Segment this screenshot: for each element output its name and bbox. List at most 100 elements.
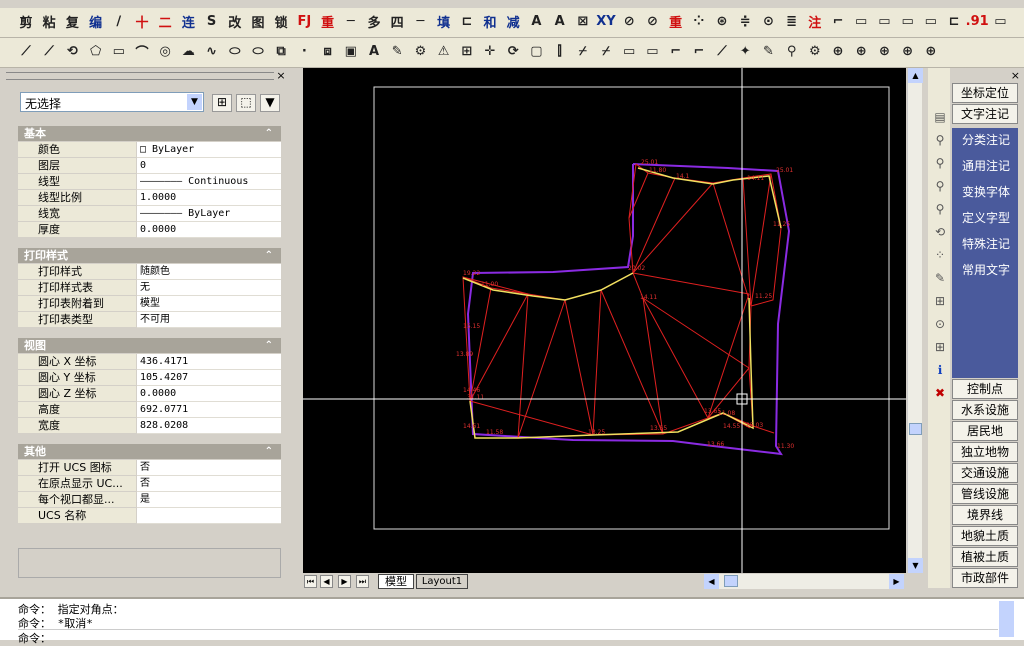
side-tool-icon[interactable]: ⚲ [931,154,949,172]
tb1-button-33[interactable]: ≣ [782,11,802,31]
property-row[interactable]: 在原点显示 UC... 否 [18,476,281,492]
tb2-button-26[interactable]: ▭ [619,41,639,61]
filter-icon[interactable]: ▼ [260,94,280,112]
property-row[interactable]: 厚度 0.0000 [18,222,281,238]
property-value[interactable]: 0.0000 [137,386,281,402]
tb1-button-28[interactable]: 重 [666,11,686,31]
property-value[interactable] [137,508,281,524]
property-value[interactable]: 随颜色 [137,264,281,280]
tb1-button-31[interactable]: ≑ [735,11,755,31]
tb1-button-14[interactable]: ─ [341,11,361,31]
tb2-button-20[interactable]: ✛ [480,41,500,61]
screen-menu-item[interactable]: 特殊注记 [953,233,1019,255]
side-tool-icon[interactable]: ⁘ [931,246,949,264]
tb2-button-23[interactable]: ⫿ [550,41,570,61]
tb2-button-33[interactable]: ⚲ [782,41,802,61]
tb2-button-35[interactable]: ⊕ [828,41,848,61]
property-row[interactable]: 宽度 828.0208 [18,418,281,434]
tb1-button-19[interactable]: ⊏ [457,11,477,31]
tb1-button-2[interactable]: 复 [62,11,82,31]
side-tool-icon[interactable]: ⟲ [931,223,949,241]
tb1-button-35[interactable]: ⌐ [828,11,848,31]
screen-menu-item[interactable]: 水系设施 [952,400,1018,420]
tab-next-icon[interactable]: ▶ [338,575,351,588]
drawing-hscroll[interactable]: ◀ ▶ [704,574,904,589]
property-row[interactable]: 圆心 Y 坐标 105.4207 [18,370,281,386]
section-header[interactable]: 其他 ⌃ [18,444,281,459]
screen-menu-item[interactable]: 通用注记 [953,155,1019,177]
tb2-button-21[interactable]: ⟳ [503,41,523,61]
tb1-button-22[interactable]: A [526,11,546,31]
screen-menu-item[interactable]: 文字注记 [952,104,1018,124]
scroll-thumb[interactable] [909,423,922,435]
property-row[interactable]: 打印样式 随颜色 [18,264,281,280]
tb2-button-4[interactable]: ▭ [109,41,129,61]
tb2-button-32[interactable]: ✎ [758,41,778,61]
tb1-button-17[interactable]: ─ [410,11,430,31]
hscroll-right-icon[interactable]: ▶ [889,574,904,589]
collapse-icon[interactable]: ⌃ [265,444,273,459]
tb2-button-11[interactable]: ⧉ [271,41,291,61]
screen-menu-item[interactable]: 分类注记 [953,129,1019,151]
tb1-button-23[interactable]: A [550,11,570,31]
side-tool-icon[interactable]: ⊞ [931,338,949,356]
collapse-icon[interactable]: ⌃ [265,126,273,141]
screen-menu-item[interactable]: 坐标定位 [952,83,1018,103]
screen-menu-item[interactable]: 变换字体 [953,181,1019,203]
screen-menu-item[interactable]: 管线设施 [952,484,1018,504]
property-value[interactable]: ——————— ByLayer [137,206,281,222]
side-tool-icon[interactable]: ⊙ [931,315,949,333]
section-header[interactable]: 打印样式 ⌃ [18,248,281,263]
screen-menu-item[interactable]: 控制点 [952,379,1018,399]
tab-layout1[interactable]: Layout1 [416,574,468,589]
property-row[interactable]: 圆心 Z 坐标 0.0000 [18,386,281,402]
tb2-button-6[interactable]: ◎ [155,41,175,61]
tb1-button-21[interactable]: 减 [503,11,523,31]
tb2-button-19[interactable]: ⊞ [457,41,477,61]
property-value[interactable]: 不可用 [137,312,281,328]
property-row[interactable]: 线型比例 1.0000 [18,190,281,206]
tab-model[interactable]: 模型 [378,574,414,589]
tb2-button-7[interactable]: ☁ [178,41,198,61]
side-tool-icon[interactable]: ⚲ [931,177,949,195]
quick-select-icon[interactable]: ⊞ [212,94,232,112]
tb2-button-37[interactable]: ⊕ [874,41,894,61]
property-value[interactable]: 105.4207 [137,370,281,386]
tb2-button-38[interactable]: ⊕ [898,41,918,61]
select-objects-icon[interactable]: ⬚ [236,94,256,112]
side-tool-icon[interactable]: ⚲ [931,200,949,218]
tb1-button-15[interactable]: 多 [364,11,384,31]
command-input[interactable]: 命令： [18,629,998,646]
screen-menu-close-icon[interactable]: × [1011,69,1020,82]
tb2-button-31[interactable]: ✦ [735,41,755,61]
screen-menu-item[interactable]: 植被土质 [952,547,1018,567]
property-row[interactable]: 打印表类型 不可用 [18,312,281,328]
tb1-button-39[interactable]: ▭ [921,11,941,31]
tb2-button-0[interactable]: ⟋ [16,41,36,61]
tb2-button-15[interactable]: A [364,41,384,61]
tb1-button-32[interactable]: ⊙ [758,11,778,31]
property-row[interactable]: 线宽 ——————— ByLayer [18,206,281,222]
tb1-button-12[interactable]: FJ [294,11,314,31]
property-row[interactable]: 圆心 X 坐标 436.4171 [18,354,281,370]
tb1-button-41[interactable]: .91 [966,11,989,31]
tab-first-icon[interactable]: ⏮ [304,575,317,588]
tb1-button-6[interactable]: 二 [155,11,175,31]
section-header[interactable]: 基本 ⌃ [18,126,281,141]
tb2-button-10[interactable]: ⬭ [248,41,268,61]
tb1-button-9[interactable]: 改 [225,11,245,31]
tb2-button-34[interactable]: ⚙ [805,41,825,61]
scroll-up-icon[interactable]: ▲ [908,68,923,83]
tb1-button-38[interactable]: ▭ [898,11,918,31]
tb2-button-30[interactable]: ⟋ [712,41,732,61]
screen-menu-item[interactable]: 独立地物 [952,442,1018,462]
tb2-button-3[interactable]: ⬠ [86,41,106,61]
tb1-button-13[interactable]: 重 [318,11,338,31]
tb1-button-4[interactable]: ∕ [109,11,129,31]
tb1-button-1[interactable]: 粘 [39,11,59,31]
property-row[interactable]: 高度 692.0771 [18,402,281,418]
property-value[interactable]: 是 [137,492,281,508]
side-tool-icon[interactable]: ✎ [931,269,949,287]
side-tool-icon[interactable]: ⚲ [931,131,949,149]
tb2-button-28[interactable]: ⌐ [666,41,686,61]
